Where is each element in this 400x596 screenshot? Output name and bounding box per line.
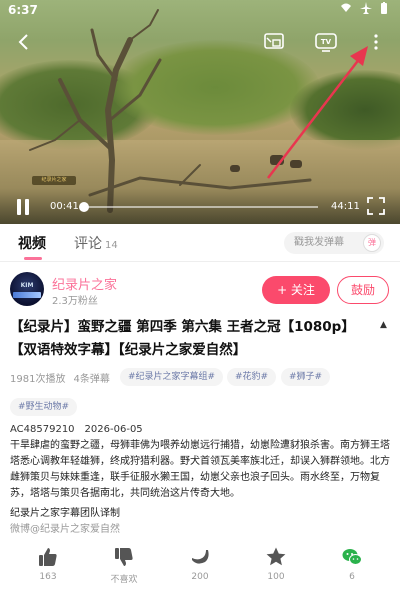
back-icon <box>18 34 28 50</box>
comment-count: 14 <box>105 240 118 251</box>
favorite-button[interactable]: 100 <box>246 544 306 582</box>
video-id-line: AC48579210 2026-06-05 <box>10 424 153 435</box>
weibo-link: 微博@纪录片之家爱自然 <box>10 524 120 535</box>
wechat-icon <box>342 549 362 565</box>
pause-icon <box>17 199 29 215</box>
video-stats: 1981次播放 4条弹幕 <box>10 370 118 385</box>
more-options-button[interactable] <box>366 30 386 54</box>
tab-video[interactable]: 视频 <box>18 233 46 253</box>
like-button[interactable]: 163 <box>18 544 78 582</box>
share-wechat-button[interactable]: 6 <box>322 544 382 582</box>
uploader-fans: 2.3万粉丝 <box>52 296 98 307</box>
danmaku-count: 4条弹幕 <box>73 374 110 385</box>
like-count: 163 <box>39 572 57 582</box>
battery-icon <box>381 2 387 14</box>
dislike-label: 不喜欢 <box>110 575 138 585</box>
active-tab-indicator <box>24 257 42 260</box>
banana-icon <box>192 550 209 564</box>
avatar-decoration <box>13 292 41 298</box>
action-bar: 163 不喜欢 200 100 6 <box>0 544 400 596</box>
tab-comment[interactable]: 评论 14 <box>74 233 118 253</box>
video-description: 干旱肆虐的蛮野之疆，母狮菲佛为喂养幼崽远行捕猎，幼崽险遭豺狼杀害。南方狮王塔塔悉… <box>10 440 390 499</box>
tag-item[interactable]: #花豹# <box>227 368 277 386</box>
danmaku-placeholder: 戳我发弹幕 <box>294 237 344 248</box>
pause-button[interactable] <box>12 196 34 218</box>
banana-count: 200 <box>191 572 209 582</box>
video-id: AC48579210 <box>10 424 75 435</box>
avatar[interactable]: KIM <box>10 272 44 306</box>
progress-bar[interactable] <box>78 202 318 212</box>
svg-text:TV: TV <box>321 38 332 46</box>
star-icon <box>266 547 286 566</box>
fullscreen-button[interactable] <box>366 196 386 216</box>
encourage-button[interactable]: 鼓励 <box>337 276 389 304</box>
current-time: 00:41 <box>50 201 79 212</box>
dislike-button[interactable]: 不喜欢 <box>94 544 154 585</box>
more-icon <box>374 34 378 50</box>
status-time: 6:37 <box>8 3 38 17</box>
progress-knob[interactable] <box>78 202 89 212</box>
cast-icon <box>264 33 284 49</box>
publish-date: 2026-06-05 <box>84 424 143 435</box>
favorite-count: 100 <box>267 572 285 582</box>
danmaku-toggle-button[interactable]: 弹 <box>363 234 381 252</box>
fullscreen-icon <box>367 197 385 215</box>
duration-time: 44:11 <box>331 201 360 212</box>
wifi-icon <box>341 3 351 12</box>
tv-button[interactable]: TV <box>314 30 338 54</box>
tab-comment-label: 评论 <box>74 236 102 252</box>
thumb-up-icon <box>39 548 57 566</box>
share-count: 6 <box>349 572 355 582</box>
avatar-text: KIM <box>20 282 34 289</box>
back-button[interactable] <box>12 30 36 54</box>
tv-icon: TV <box>315 33 337 52</box>
video-watermark: 纪录片之家 <box>32 176 76 185</box>
airplane-icon <box>360 2 372 14</box>
play-count: 1981次播放 <box>10 374 66 385</box>
banana-button[interactable]: 200 <box>170 544 230 582</box>
tag-item[interactable]: #纪录片之家字幕组# <box>120 368 224 386</box>
tag-item[interactable]: #狮子# <box>281 368 331 386</box>
cast-button[interactable] <box>262 30 286 54</box>
video-title: 【纪录片】蛮野之疆 第四季 第六集 王者之冠【1080p】【双语特效字幕】【纪录… <box>10 319 355 358</box>
uploader-name[interactable]: 纪录片之家 <box>52 274 117 293</box>
tag-item[interactable]: #野生动物# <box>10 398 78 416</box>
collapse-icon[interactable]: ▲ <box>380 320 387 330</box>
translation-team: 纪录片之家字幕团队译制 <box>10 508 120 519</box>
thumb-down-icon <box>115 548 133 566</box>
status-icons <box>340 2 388 14</box>
danmaku-input[interactable]: 戳我发弹幕 弹 <box>284 232 384 254</box>
follow-button[interactable]: + 关注 <box>262 276 330 304</box>
video-player[interactable]: 6:37 TV 纪录片之家 00:41 44:11 <box>0 0 400 224</box>
